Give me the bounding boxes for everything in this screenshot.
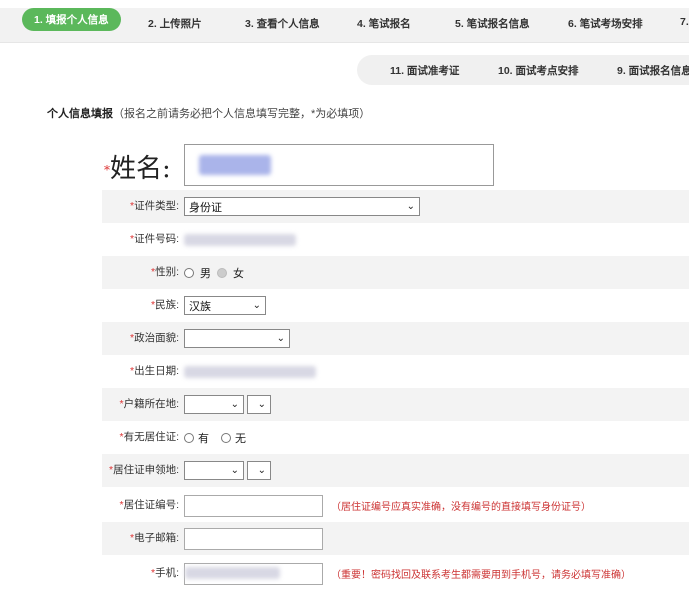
row-ethnicity: *民族: 汉族 ⌄ <box>102 289 689 322</box>
residence-permit-yes-radio[interactable] <box>184 432 194 443</box>
political-status-select[interactable]: ⌄ <box>184 329 290 348</box>
tab-written-exam-registration[interactable]: 4. 笔试报名 <box>357 16 411 31</box>
row-id-type: *证件类型: 身份证 ⌄ <box>102 190 689 223</box>
hukou-province-select[interactable]: ⌄ <box>184 395 244 414</box>
tab-7[interactable]: 7. <box>680 16 689 28</box>
row-email: *电子邮箱: <box>102 522 689 555</box>
residence-permit-yes-label: 有 <box>198 432 209 445</box>
section-title-text: 个人信息填报 <box>47 108 113 120</box>
permit-city-select[interactable]: ⌄ <box>247 461 271 480</box>
tab-interview-registration-info[interactable]: 9. 面试报名信息 <box>617 63 689 78</box>
tab-interview-admission-ticket[interactable]: 11. 面试准考证 <box>390 63 459 78</box>
section-title: 个人信息填报（报名之前请务必把个人信息填写完整，*为必填项） <box>47 105 370 121</box>
redacted-birth-date <box>184 365 316 378</box>
name-label: *姓名: <box>104 154 171 184</box>
gender-female-label: 女 <box>233 267 244 280</box>
email-input[interactable] <box>184 527 323 550</box>
row-id-number: *证件号码: <box>102 223 689 256</box>
redacted-name <box>199 155 271 175</box>
tab-written-exam-info[interactable]: 5. 笔试报名信息 <box>455 16 530 31</box>
redacted-phone <box>185 566 280 579</box>
chevron-down-icon: ⌄ <box>230 465 239 476</box>
row-political-status: *政治面貌: ⌄ <box>102 322 689 355</box>
chevron-down-icon: ⌄ <box>230 399 239 410</box>
row-has-residence-permit: *有无居住证: 有 无 <box>119 431 246 445</box>
tab-upload-photo[interactable]: 2. 上传照片 <box>148 16 202 31</box>
tab-written-exam-room[interactable]: 6. 笔试考场安排 <box>568 16 643 31</box>
tab-view-personal-info[interactable]: 3. 查看个人信息 <box>245 16 320 31</box>
residence-permit-no-label: 无 <box>235 432 246 445</box>
phone-input[interactable] <box>184 562 323 585</box>
chevron-down-icon: ⌄ <box>257 465 266 476</box>
row-gender: *性别: 男 女 <box>102 256 689 289</box>
gender-female-radio[interactable] <box>217 267 227 278</box>
row-permit-place: *居住证申领地: ⌄ ⌄ <box>102 454 689 487</box>
id-type-select[interactable]: 身份证 ⌄ <box>184 197 420 216</box>
phone-note: （重要！密码找回及联系考生都需要用到手机号，请务必填写准确） <box>331 570 631 581</box>
gender-male-label: 男 <box>200 267 211 280</box>
section-hint: （报名之前请务必把个人信息填写完整，*为必填项） <box>113 108 371 120</box>
chevron-down-icon: ⌄ <box>252 300 261 311</box>
tab-fill-personal-info[interactable]: 1. 填报个人信息 <box>22 8 121 31</box>
redacted-id-number <box>184 233 296 246</box>
gender-male-radio[interactable] <box>184 267 194 278</box>
permit-province-select[interactable]: ⌄ <box>184 461 244 480</box>
chevron-down-icon: ⌄ <box>257 399 266 410</box>
name-input[interactable] <box>184 144 494 186</box>
ethnicity-select[interactable]: 汉族 ⌄ <box>184 296 266 315</box>
hukou-city-select[interactable]: ⌄ <box>247 395 271 414</box>
tab-interview-site-arrangement[interactable]: 10. 面试考点安排 <box>498 63 579 78</box>
residence-permit-no-radio[interactable] <box>221 432 231 443</box>
row-birth-date: *出生日期: <box>102 355 689 388</box>
row-permit-number: *居住证编号: （居住证编号应真实准确，没有编号的直接填写身份证号） <box>102 489 689 522</box>
chevron-down-icon: ⌄ <box>406 201 415 212</box>
permit-number-note: （居住证编号应真实准确，没有编号的直接填写身份证号） <box>331 502 591 513</box>
permit-number-input[interactable] <box>184 494 323 517</box>
chevron-down-icon: ⌄ <box>276 333 285 344</box>
row-phone: *手机: （重要！密码找回及联系考生都需要用到手机号，请务必填写准确） <box>102 557 689 590</box>
row-hukou: *户籍所在地: ⌄ ⌄ <box>102 388 689 421</box>
